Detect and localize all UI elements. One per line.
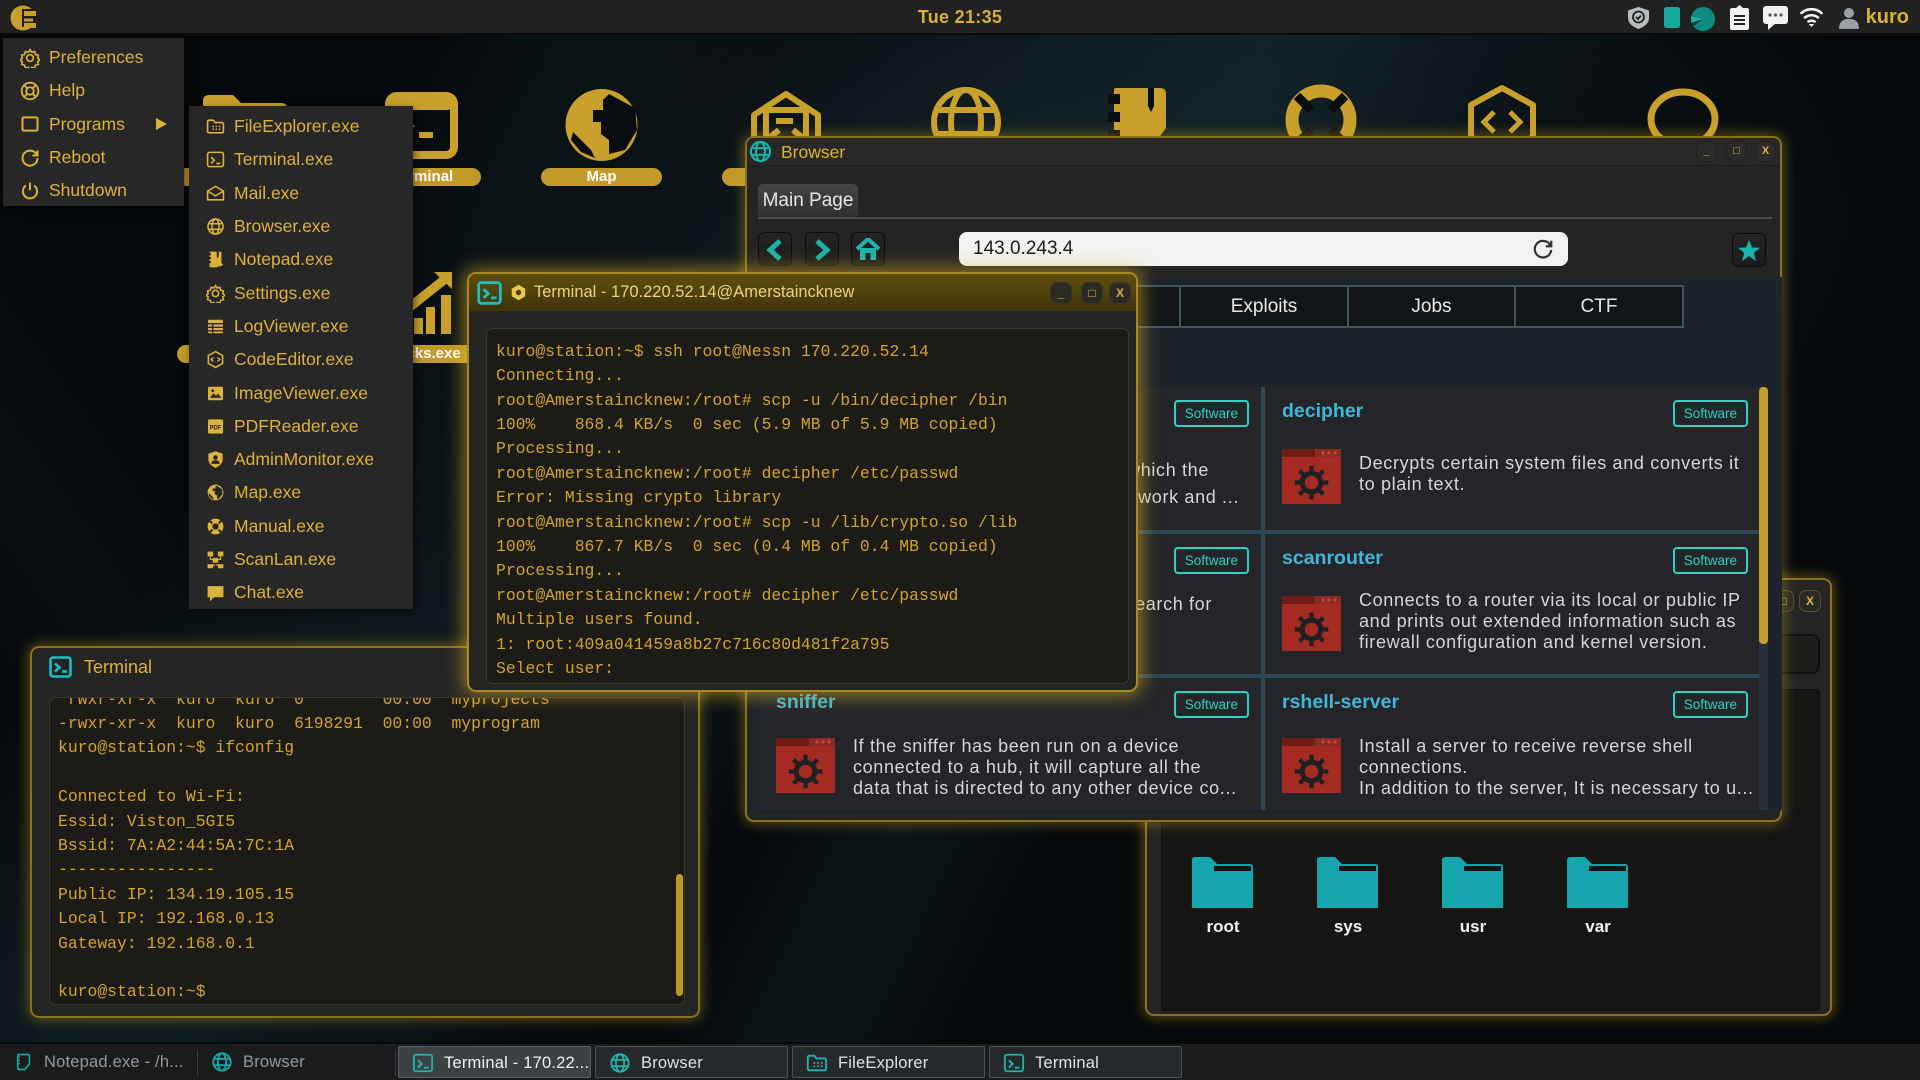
svg-text:PDF: PDF [210,425,222,431]
